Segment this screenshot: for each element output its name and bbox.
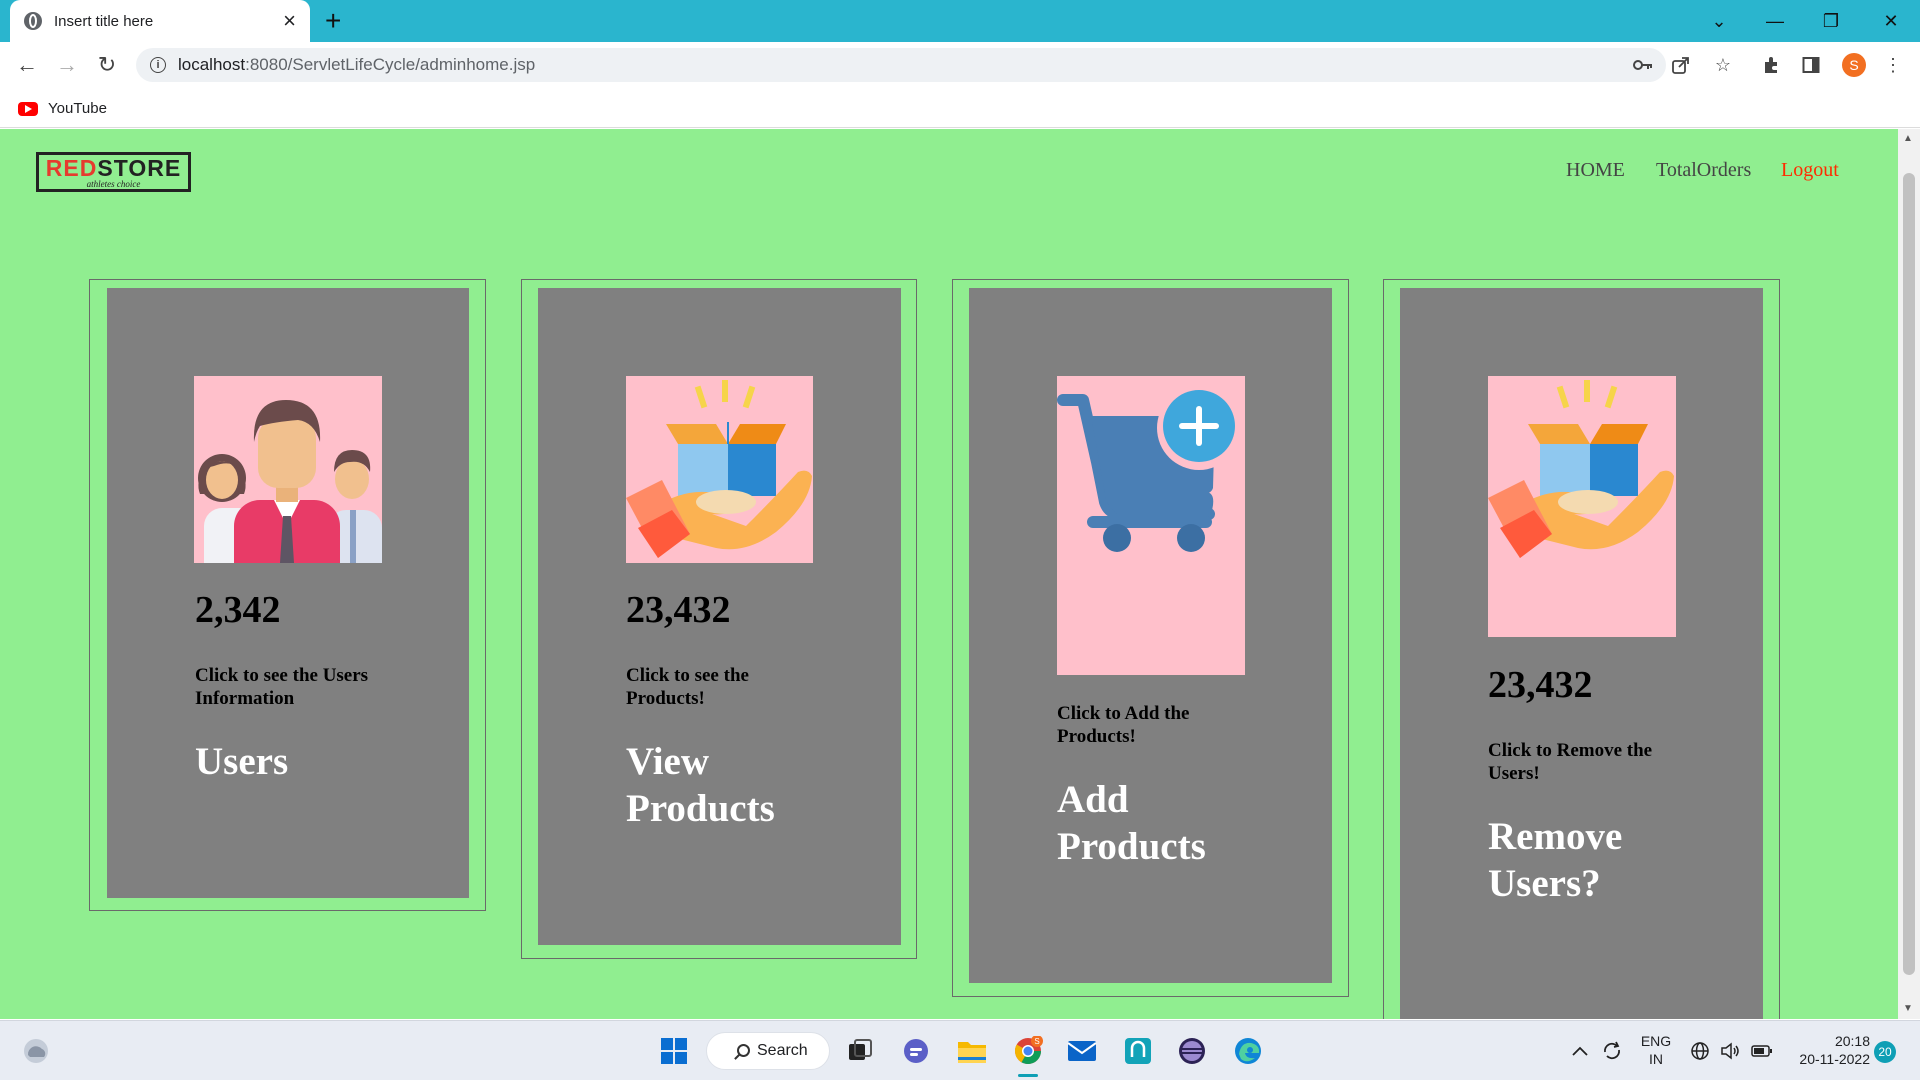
share-icon[interactable] [1670, 54, 1692, 76]
minimize-button[interactable]: — [1752, 0, 1798, 42]
nav-total-orders-link[interactable]: TotalOrders [1656, 159, 1751, 182]
svg-text:S: S [1034, 1037, 1039, 1046]
store-app-icon[interactable] [1122, 1035, 1154, 1067]
language-indicator[interactable]: ENG IN [1636, 1032, 1676, 1068]
profile-avatar[interactable]: S [1842, 53, 1866, 77]
users-title[interactable]: Users [195, 738, 445, 785]
teams-chat-icon[interactable] [900, 1035, 932, 1067]
page-viewport: REDSTORE athletes choice HOME TotalOrder… [0, 129, 1898, 1019]
address-bar[interactable]: i localhost:8080/ServletLifeCycle/adminh… [136, 48, 1666, 82]
remove-users-count: 23,432 [1488, 664, 1593, 706]
search-icon [737, 1044, 750, 1057]
show-hidden-icons-icon[interactable] [1568, 1035, 1592, 1067]
new-tab-button[interactable]: + [325, 6, 341, 36]
browser-tab[interactable]: Insert title here × [10, 0, 310, 42]
browser-menu-icon[interactable]: ⋮ [1882, 54, 1904, 76]
edge-icon[interactable] [1232, 1035, 1264, 1067]
active-app-indicator [1018, 1074, 1038, 1077]
close-tab-icon[interactable]: × [283, 10, 296, 32]
tab-title: Insert title here [54, 12, 154, 30]
windows-start-icon[interactable] [658, 1035, 690, 1067]
bookmark-youtube[interactable]: YouTube [18, 100, 107, 117]
tab-search-icon[interactable]: ⌄ [1696, 0, 1742, 42]
product-in-hand-icon [1488, 376, 1676, 637]
remove-users-description: Click to Remove the Users! [1488, 740, 1653, 784]
battery-icon[interactable] [1748, 1035, 1776, 1067]
volume-icon[interactable] [1718, 1035, 1742, 1067]
scrollbar-thumb[interactable] [1903, 173, 1915, 975]
users-icon [194, 376, 382, 563]
scroll-up-arrow-icon[interactable]: ▲ [1903, 133, 1913, 144]
side-panel-icon[interactable] [1800, 54, 1822, 76]
extensions-icon[interactable] [1760, 54, 1782, 76]
restore-button[interactable]: ❐ [1808, 0, 1854, 42]
close-window-button[interactable]: ✕ [1868, 0, 1914, 42]
view-products-card[interactable]: 23,432 Click to see the Products! View P… [538, 288, 901, 945]
cart-add-icon [1057, 376, 1245, 675]
task-view-icon[interactable] [844, 1035, 876, 1067]
redstore-logo[interactable]: REDSTORE athletes choice [36, 152, 191, 192]
product-in-hand-icon [626, 376, 813, 563]
browser-toolbar: ← → ↻ i localhost:8080/ServletLifeCycle/… [0, 42, 1920, 88]
products-count: 23,432 [626, 589, 731, 631]
nav-home-link[interactable]: HOME [1566, 159, 1625, 182]
browser-tabstrip: Insert title here × + ⌄ — ❐ ✕ [0, 0, 1920, 42]
site-info-icon[interactable]: i [150, 57, 166, 73]
nav-logout-link[interactable]: Logout [1781, 159, 1839, 182]
forward-button[interactable]: → [52, 50, 82, 80]
bookmark-star-icon[interactable]: ☆ [1712, 54, 1734, 76]
key-icon[interactable] [1632, 54, 1654, 76]
clock[interactable]: 20:18 20-11-2022 [1782, 1032, 1870, 1068]
remove-users-card[interactable]: 23,432 Click to Remove the Users! Remove… [1400, 288, 1763, 1019]
network-globe-icon[interactable] [1688, 1035, 1712, 1067]
eclipse-icon[interactable] [1176, 1035, 1208, 1067]
mail-icon[interactable] [1066, 1035, 1098, 1067]
weather-widget-icon[interactable] [20, 1035, 52, 1067]
back-button[interactable]: ← [12, 50, 42, 80]
taskbar-search[interactable]: Search [706, 1032, 830, 1070]
file-explorer-icon[interactable] [956, 1035, 988, 1067]
sync-icon[interactable] [1598, 1035, 1626, 1067]
page-scrollbar[interactable]: ▲ ▼ [1898, 129, 1920, 1019]
bookmark-label: YouTube [48, 100, 107, 117]
reload-button[interactable]: ↻ [92, 50, 122, 80]
add-products-description: Click to Add the Products! [1057, 703, 1190, 747]
notification-badge[interactable]: 20 [1874, 1041, 1896, 1063]
add-products-card[interactable]: Click to Add the Products! Add Products [969, 288, 1332, 983]
scroll-down-arrow-icon[interactable]: ▼ [1903, 1003, 1913, 1014]
url-text: localhost:8080/ServletLifeCycle/adminhom… [178, 55, 536, 74]
taskbar: Search S ENG IN 20:18 20-11-2022 20 [0, 1020, 1920, 1080]
bookmarks-bar: YouTube [0, 88, 1920, 128]
chrome-icon[interactable]: S [1012, 1035, 1044, 1067]
users-card[interactable]: 2,342 Click to see the Users Information… [107, 288, 469, 898]
view-products-description: Click to see the Products! [626, 665, 749, 709]
users-count: 2,342 [195, 589, 281, 631]
view-products-title[interactable]: View Products [626, 738, 826, 832]
add-products-title[interactable]: Add Products [1057, 776, 1257, 870]
globe-icon [24, 12, 42, 30]
users-description: Click to see the Users Information [195, 665, 369, 709]
youtube-icon [18, 101, 38, 116]
remove-users-title[interactable]: Remove Users? [1488, 813, 1688, 907]
